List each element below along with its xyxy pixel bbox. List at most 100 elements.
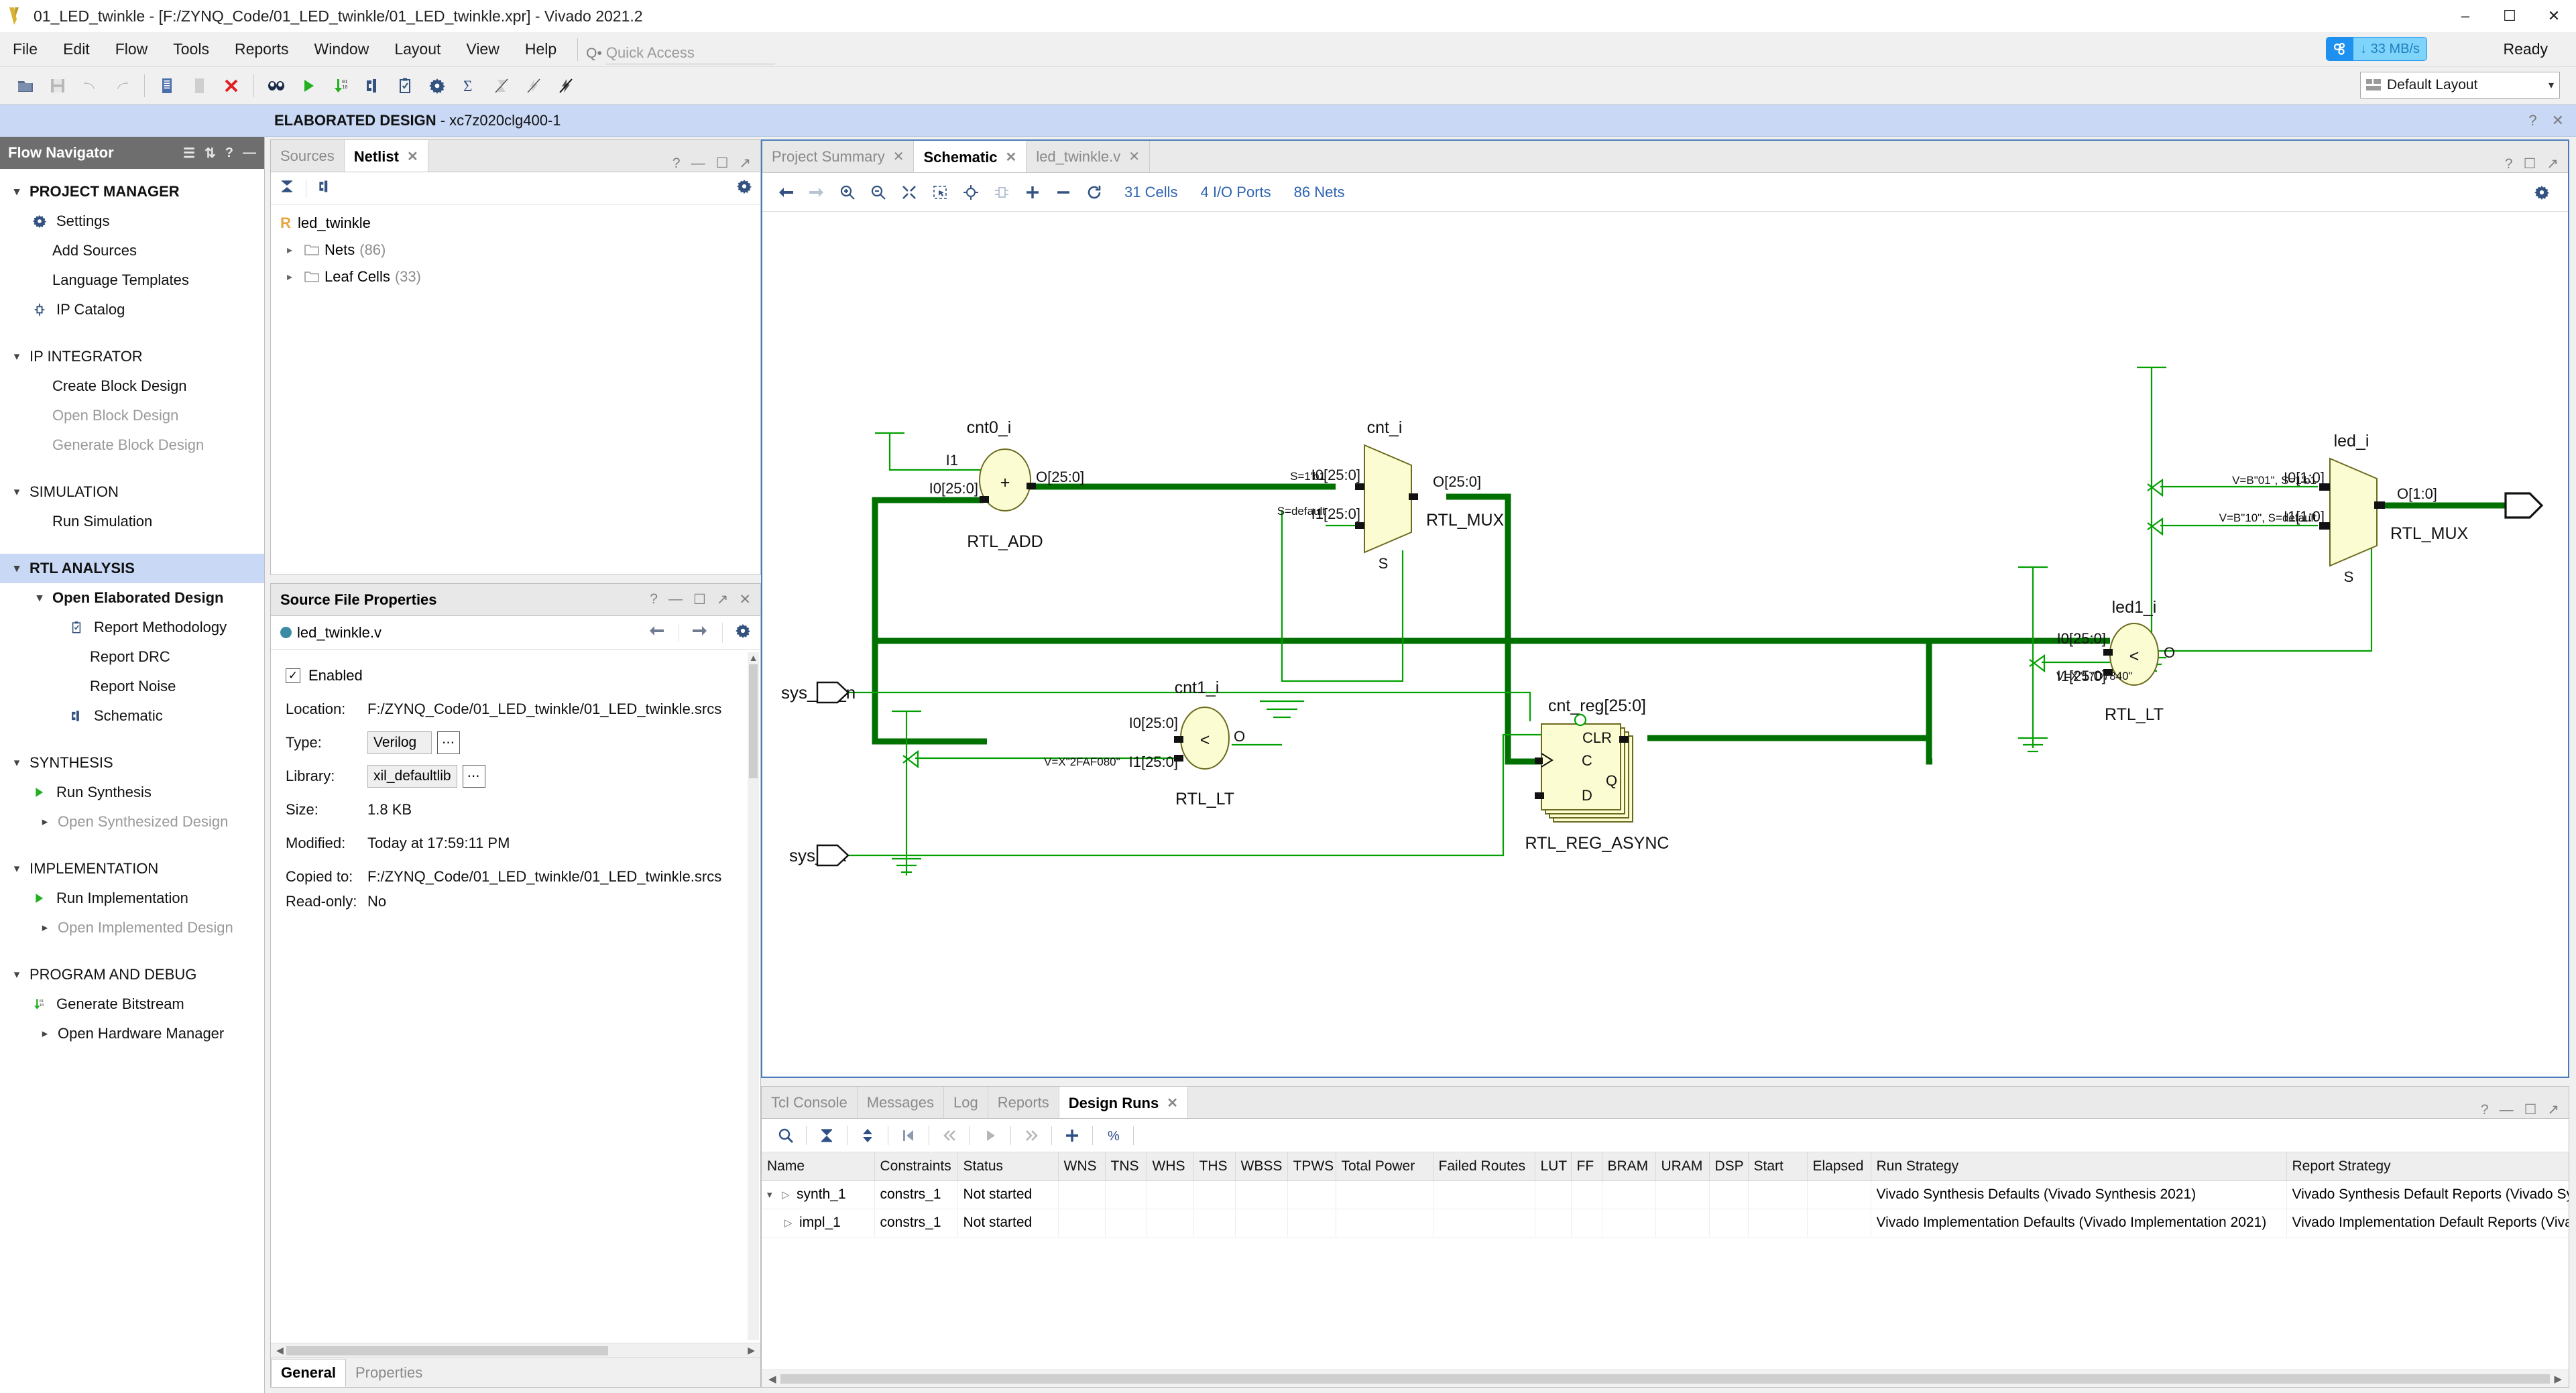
- help-icon[interactable]: ?: [2528, 112, 2536, 129]
- nav-group-ip-integrator[interactable]: ▾ IP INTEGRATOR: [0, 342, 264, 371]
- sidebar-item-language-templates[interactable]: Language Templates: [0, 265, 264, 295]
- col-name[interactable]: Name: [762, 1152, 875, 1181]
- maximize-icon[interactable]: ☐: [693, 591, 706, 608]
- properties-vertical-scrollbar[interactable]: ▲: [748, 652, 759, 1340]
- sidebar-item-ip-catalog[interactable]: IP Catalog: [0, 295, 264, 324]
- col-uram[interactable]: URAM: [1655, 1152, 1710, 1181]
- help-icon[interactable]: ?: [225, 145, 233, 161]
- col-run-strategy[interactable]: Run Strategy: [1871, 1152, 2287, 1181]
- tab-schematic[interactable]: Schematic ✕: [914, 141, 1027, 172]
- scroll-right-icon[interactable]: ▶: [2550, 1373, 2566, 1385]
- nav-group-program-and-debug[interactable]: ▾ PROGRAM AND DEBUG: [0, 960, 264, 989]
- table-row[interactable]: ▾ ▷ synth_1 constrs_1 Not started Vivado…: [762, 1180, 2569, 1209]
- float-icon[interactable]: ↗: [2546, 156, 2559, 172]
- minimize-icon[interactable]: —: [243, 145, 256, 161]
- scroll-left-icon[interactable]: ◀: [274, 1345, 286, 1356]
- menu-file[interactable]: File: [0, 32, 50, 67]
- collapse-all-icon[interactable]: ☰: [183, 145, 195, 162]
- zoom-fit-icon[interactable]: [894, 177, 925, 208]
- design-runs-horizontal-scrollbar[interactable]: ◀ ▶: [762, 1370, 2569, 1387]
- close-x-icon[interactable]: [215, 70, 247, 102]
- sidebar-item-schematic[interactable]: Schematic: [0, 701, 264, 731]
- col-tns[interactable]: TNS: [1105, 1152, 1147, 1181]
- redo-icon[interactable]: [106, 70, 138, 102]
- tab-design-runs[interactable]: Design Runs ✕: [1059, 1087, 1188, 1118]
- tab-reports[interactable]: Reports: [988, 1087, 1059, 1118]
- help-icon[interactable]: ?: [2481, 1102, 2489, 1118]
- run-triangle-icon[interactable]: ▷: [782, 1189, 797, 1201]
- zoom-out-icon[interactable]: [863, 177, 894, 208]
- next-icon[interactable]: [1016, 1121, 1046, 1150]
- schematic-icon[interactable]: [357, 70, 389, 102]
- sidebar-item-open-synthesized-design[interactable]: ▸ Open Synthesized Design: [0, 807, 264, 837]
- tab-messages[interactable]: Messages: [857, 1087, 944, 1118]
- col-elapsed[interactable]: Elapsed: [1807, 1152, 1871, 1181]
- remove-icon[interactable]: [1048, 177, 1079, 208]
- quick-access-input[interactable]: [605, 44, 775, 64]
- expand-all-icon[interactable]: ⇅: [204, 145, 216, 162]
- document-icon[interactable]: [151, 70, 183, 102]
- tab-general[interactable]: General: [271, 1358, 346, 1387]
- library-browse-button[interactable]: ⋯: [462, 765, 485, 788]
- col-ff[interactable]: FF: [1571, 1152, 1602, 1181]
- sidebar-item-open-block-design[interactable]: Open Block Design: [0, 401, 264, 430]
- scroll-up-icon[interactable]: ▲: [749, 652, 758, 663]
- netlist-node-nets[interactable]: ▸ Nets (86): [271, 237, 760, 263]
- collapse-all-icon[interactable]: [812, 1121, 841, 1150]
- zoom-in-icon[interactable]: [832, 177, 863, 208]
- sidebar-item-report-noise[interactable]: Report Noise: [0, 672, 264, 701]
- minimize-icon[interactable]: —: [691, 156, 705, 172]
- add-run-icon[interactable]: [1057, 1121, 1087, 1150]
- sidebar-item-create-block-design[interactable]: Create Block Design: [0, 371, 264, 401]
- nav-group-project-manager[interactable]: ▾ PROJECT MANAGER: [0, 177, 264, 206]
- save-icon[interactable]: [42, 70, 74, 102]
- nav-group-simulation[interactable]: ▾ SIMULATION: [0, 477, 264, 507]
- back-icon[interactable]: [770, 177, 801, 208]
- minimize-icon[interactable]: —: [668, 591, 683, 608]
- collapse-all-icon[interactable]: [279, 178, 295, 198]
- schematic-canvas[interactable]: .wire { stroke:#00a000; stroke-width:2.2…: [762, 212, 2568, 1077]
- run-icon[interactable]: [976, 1121, 1005, 1150]
- open-project-icon[interactable]: [9, 70, 42, 102]
- tab-sources[interactable]: Sources: [271, 140, 345, 172]
- netlist-root-item[interactable]: R led_twinkle: [271, 210, 760, 237]
- tab-led-twinkle-v[interactable]: led_twinkle.v ✕: [1027, 141, 1151, 172]
- gear-icon[interactable]: [722, 622, 751, 643]
- undo-icon[interactable]: [74, 70, 106, 102]
- tab-log[interactable]: Log: [944, 1087, 988, 1118]
- library-select[interactable]: xil_defaultlib: [367, 765, 457, 788]
- percent-icon[interactable]: %: [1098, 1121, 1128, 1150]
- sidebar-item-report-methodology[interactable]: Report Methodology: [0, 613, 264, 642]
- col-constraints[interactable]: Constraints: [874, 1152, 958, 1181]
- tab-properties[interactable]: Properties: [346, 1359, 432, 1387]
- sidebar-item-add-sources[interactable]: Add Sources: [0, 236, 264, 265]
- menu-flow[interactable]: Flow: [103, 32, 161, 67]
- col-status[interactable]: Status: [957, 1152, 1059, 1181]
- design-runs-table-wrapper[interactable]: Name Constraints Status WNS TNS WHS THS …: [762, 1152, 2569, 1370]
- close-icon[interactable]: ✕: [407, 148, 418, 165]
- stat-io-ports[interactable]: 4 I/O Ports: [1200, 184, 1271, 201]
- minimize-button[interactable]: –: [2443, 0, 2487, 32]
- bitstream-icon[interactable]: 01 10: [325, 70, 357, 102]
- stat-nets[interactable]: 86 Nets: [1294, 184, 1345, 201]
- sigma-icon[interactable]: Σ: [453, 70, 485, 102]
- sidebar-item-generate-block-design[interactable]: Generate Block Design: [0, 430, 264, 460]
- menu-help[interactable]: Help: [512, 32, 569, 67]
- menu-view[interactable]: View: [453, 32, 512, 67]
- menu-reports[interactable]: Reports: [222, 32, 302, 67]
- forward-icon[interactable]: [801, 177, 832, 208]
- col-ths[interactable]: THS: [1193, 1152, 1236, 1181]
- menu-layout[interactable]: Layout: [382, 32, 453, 67]
- scroll-right-icon[interactable]: ▶: [745, 1345, 758, 1356]
- back-icon[interactable]: [648, 624, 665, 642]
- drc-icon[interactable]: [550, 70, 582, 102]
- sidebar-item-open-implemented-design[interactable]: ▸ Open Implemented Design: [0, 913, 264, 943]
- enabled-checkbox[interactable]: ✓: [286, 668, 300, 683]
- close-icon[interactable]: ✕: [739, 591, 751, 608]
- menu-edit[interactable]: Edit: [50, 32, 103, 67]
- float-icon[interactable]: ↗: [717, 591, 729, 608]
- stat-cells[interactable]: 31 Cells: [1124, 184, 1177, 201]
- center-icon[interactable]: [955, 177, 986, 208]
- col-wns[interactable]: WNS: [1058, 1152, 1106, 1181]
- col-total-power[interactable]: Total Power: [1336, 1152, 1433, 1181]
